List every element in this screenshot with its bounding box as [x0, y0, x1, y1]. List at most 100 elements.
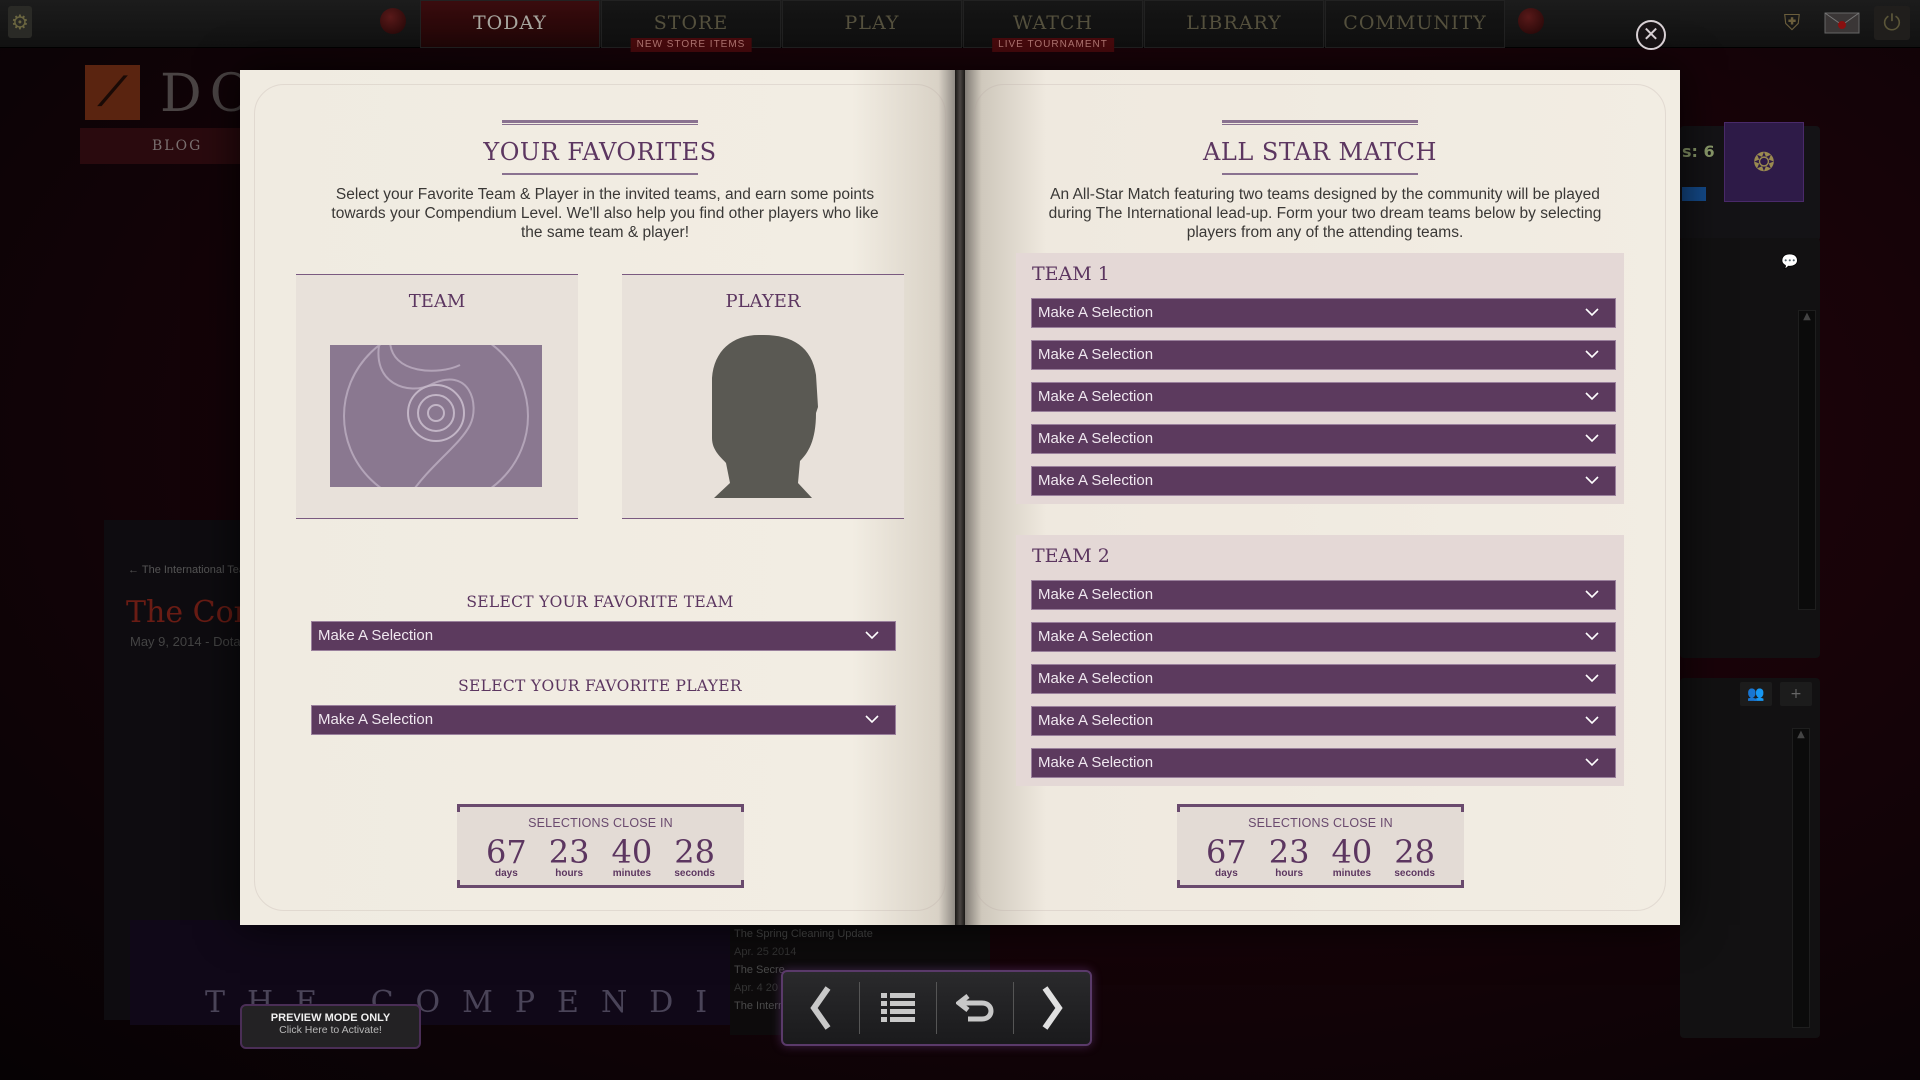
tab-label: PLAY: [844, 12, 900, 34]
chat-scrollbar[interactable]: ▲: [1798, 310, 1816, 610]
chevron-down-icon: [865, 631, 879, 640]
chevron-down-icon: [865, 715, 879, 724]
chevron-left-icon[interactable]: [783, 979, 859, 1037]
countdown-value: 23: [1268, 833, 1310, 871]
preview-title: PREVIEW MODE ONLY: [270, 1012, 391, 1024]
list-icon[interactable]: [860, 979, 936, 1037]
title-ornament: [1222, 120, 1418, 125]
team1-player-dropdown[interactable]: Make A Selection: [1031, 382, 1616, 412]
dropdown-value: Make A Selection: [1038, 628, 1154, 645]
tab-today[interactable]: TODAY: [420, 0, 600, 48]
return-arrow-icon[interactable]: [937, 979, 1013, 1037]
team1-player-dropdown[interactable]: Make A Selection: [1031, 424, 1616, 454]
dropdown-value: Make A Selection: [1038, 670, 1154, 687]
favorite-player-dropdown[interactable]: Make A Selection: [311, 705, 896, 735]
dropdown-value: Make A Selection: [1038, 304, 1154, 321]
team2-player-dropdown[interactable]: Make A Selection: [1031, 706, 1616, 736]
gear-icon[interactable]: ⚙: [8, 6, 32, 38]
tab-label: STORE: [653, 12, 729, 34]
chevron-down-icon: [1585, 758, 1599, 767]
page-title: YOUR FAVORITES: [483, 138, 717, 166]
chevron-down-icon: [1585, 434, 1599, 443]
friends-scrollbar[interactable]: ▲: [1792, 728, 1810, 1028]
team2-panel: TEAM 2 Make A Selection Make A Selection M…: [1016, 535, 1624, 786]
chevron-down-icon: [1585, 716, 1599, 725]
player-card[interactable]: PLAYER: [622, 274, 904, 519]
favorite-team-dropdown[interactable]: Make A Selection: [311, 621, 896, 651]
dropdown-value: Make A Selection: [1038, 388, 1154, 405]
favorites-countdown: SELECTIONS CLOSE IN 67 days 23 hours 40 min…: [457, 804, 744, 888]
chevron-down-icon: [1585, 674, 1599, 683]
countdown-hours: 23 hours: [1259, 835, 1319, 879]
tab-community[interactable]: COMMUNITY: [1325, 0, 1505, 48]
compendium-book-icon[interactable]: ❂: [1724, 122, 1804, 202]
chevron-down-icon: [1585, 632, 1599, 641]
book-spine: [955, 70, 965, 925]
dropdown-value: Make A Selection: [1038, 712, 1154, 729]
article-date: May 9, 2014 - Dota: [130, 634, 241, 649]
dropdown-value: Make A Selection: [1038, 586, 1154, 603]
tab-store[interactable]: STORE NEW STORE ITEMS: [601, 0, 781, 52]
news-item-date: Apr. 25 2014: [734, 946, 797, 958]
article-breadcrumb[interactable]: ← The International Tea: [128, 564, 245, 576]
chat-bubble-icon[interactable]: 💬: [1780, 250, 1800, 270]
team1-player-dropdown[interactable]: Make A Selection: [1031, 466, 1616, 496]
chevron-down-icon: [1585, 350, 1599, 359]
dropdown-value: Make A Selection: [318, 711, 434, 728]
favorite-team-label: SELECT YOUR FAVORITE TEAM: [466, 593, 734, 611]
countdown-value: 67: [1206, 833, 1247, 871]
countdown-title: SELECTIONS CLOSE IN: [528, 816, 673, 830]
allstar-description: An All-Star Match featuring two teams de…: [1048, 186, 1602, 241]
envelope-icon[interactable]: [1824, 6, 1860, 40]
dropdown-value: Make A Selection: [1038, 430, 1154, 447]
tab-label: TODAY: [473, 12, 547, 34]
tab-label: WATCH: [1012, 12, 1094, 34]
team2-player-dropdown[interactable]: Make A Selection: [1031, 664, 1616, 694]
page-title: ALL STAR MATCH: [1203, 138, 1437, 166]
dropdown-value: Make A Selection: [1038, 754, 1154, 771]
countdown-value: 28: [674, 833, 715, 871]
new-store-items-badge: NEW STORE ITEMS: [630, 38, 752, 52]
chevron-down-icon: [1585, 476, 1599, 485]
countdown-seconds: 28 seconds: [1385, 835, 1445, 879]
team1-panel: TEAM 1 Make A Selection Make A Selection M…: [1016, 253, 1624, 504]
power-icon[interactable]: ⏻: [1874, 6, 1910, 40]
tab-label: LIBRARY: [1186, 12, 1282, 34]
countdown-unit-label: seconds: [674, 868, 715, 879]
title-ornament: [502, 172, 698, 175]
dropdown-value: Make A Selection: [1038, 346, 1154, 363]
team1-player-dropdown[interactable]: Make A Selection: [1031, 340, 1616, 370]
countdown-minutes: 40 minutes: [1322, 835, 1382, 879]
tab-library[interactable]: LIBRARY: [1144, 0, 1324, 48]
countdown-minutes: 40 minutes: [602, 835, 662, 879]
team-card[interactable]: TEAM: [296, 274, 578, 519]
chevron-down-icon: [1585, 308, 1599, 317]
countdown-value: 40: [611, 833, 653, 871]
team2-player-dropdown[interactable]: Make A Selection: [1031, 622, 1616, 652]
team2-player-dropdown[interactable]: Make A Selection: [1031, 748, 1616, 778]
team2-player-dropdown[interactable]: Make A Selection: [1031, 580, 1616, 610]
top-navigation-bar: ⚙ TODAY STORE NEW STORE ITEMS PLAY WATCH…: [0, 0, 1920, 52]
countdown-days: 67 days: [1196, 835, 1256, 879]
tab-play[interactable]: PLAY: [782, 0, 962, 48]
preview-mode-button[interactable]: PREVIEW MODE ONLY Click Here to Activate…: [240, 1004, 421, 1049]
tab-watch[interactable]: WATCH LIVE TOURNAMENT: [963, 0, 1143, 52]
team1-title: TEAM 1: [1032, 263, 1110, 285]
ornament-orb: [1518, 8, 1544, 34]
countdown-unit-label: minutes: [612, 868, 652, 879]
countdown-title: SELECTIONS CLOSE IN: [1248, 816, 1393, 830]
close-icon[interactable]: ✕: [1636, 20, 1666, 50]
party-icon[interactable]: 👥: [1740, 682, 1772, 706]
countdown-seconds: 28 seconds: [665, 835, 725, 879]
add-friend-icon[interactable]: +: [1780, 682, 1812, 706]
countdown-hours: 23 hours: [539, 835, 599, 879]
team1-player-dropdown[interactable]: Make A Selection: [1031, 298, 1616, 328]
shield-sword-icon[interactable]: ⛨: [1774, 6, 1810, 40]
allstar-page: ALL STAR MATCH An All-Star Match featuri…: [960, 70, 1680, 925]
blog-link[interactable]: BLOG: [80, 128, 260, 164]
chevron-right-icon[interactable]: [1014, 979, 1090, 1037]
favorites-page: YOUR FAVORITES Select your Favorite Team…: [240, 70, 960, 925]
chevron-down-icon: [1585, 590, 1599, 599]
news-item-title[interactable]: The Spring Cleaning Update: [730, 925, 990, 943]
countdown-days: 67 days: [476, 835, 536, 879]
